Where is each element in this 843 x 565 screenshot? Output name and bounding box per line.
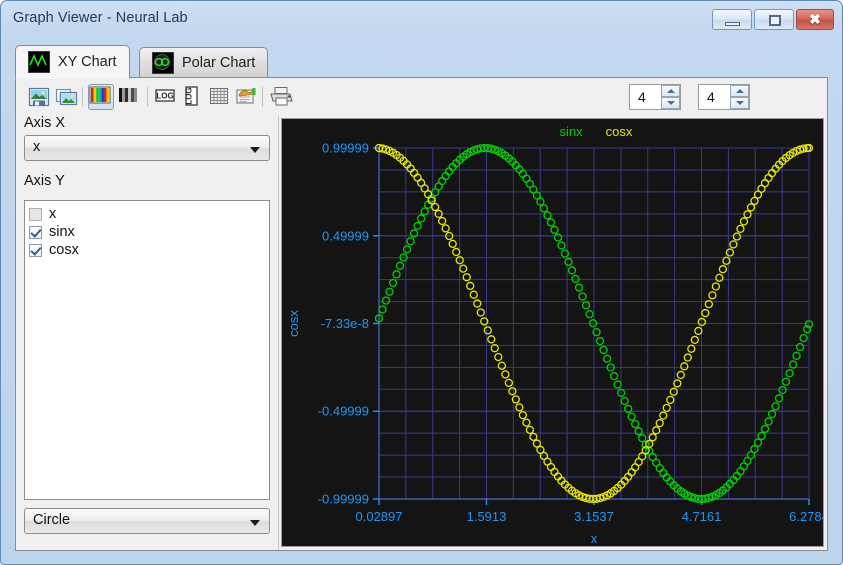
print-button[interactable] [267, 84, 293, 110]
toolbar-separator [262, 87, 263, 107]
axis-x-label: Axis X [24, 115, 66, 131]
tab-strip: XY Chart Polar Chart [7, 45, 836, 79]
toolbar: LOG LOG 4 4 [16, 78, 827, 116]
list-item-label: x [49, 206, 57, 222]
checkbox-cosx[interactable] [29, 243, 42, 257]
color-palette-button[interactable] [88, 84, 114, 110]
tab-panel: LOG LOG 4 4 Axis X x Axis Y x sinx cosx … [15, 77, 828, 551]
y-tick-label: 0.49999 [322, 228, 369, 243]
axis-y-series-list[interactable]: x sinx cosx [24, 200, 270, 500]
close-button[interactable]: ✖ [796, 9, 834, 30]
client-area: XY Chart Polar Chart LOG LOG 4 4 Axis X … [7, 37, 836, 559]
list-item[interactable]: x [29, 205, 269, 223]
grid-button[interactable] [206, 84, 232, 110]
x-axis-title: x [591, 531, 598, 546]
checkbox-x[interactable] [29, 207, 42, 221]
toolbar-separator [82, 87, 83, 107]
y-divisions-value[interactable]: 4 [699, 85, 730, 109]
x-divisions-decrement[interactable] [661, 97, 680, 109]
x-divisions-increment[interactable] [661, 85, 680, 97]
x-tick-label: 1.5913 [467, 509, 507, 524]
grayscale-palette-button[interactable] [116, 84, 142, 110]
series-sidebar: Axis X x Axis Y x sinx cosx Circle [16, 115, 278, 550]
chart-canvas: 0.99999 0.49999 -7.33e-8 -0.49999 -0.99999 0.… [286, 124, 824, 546]
chart-legend: sinx cosx [559, 124, 632, 139]
chevron-down-icon [250, 520, 260, 526]
svg-text:LOG: LOG [156, 92, 173, 101]
axis-x-select[interactable]: x [24, 135, 270, 161]
copy-image-button[interactable] [54, 84, 80, 110]
tab-polar-chart[interactable]: Polar Chart [139, 47, 269, 78]
restore-icon [769, 15, 781, 26]
svg-text:LOG: LOG [185, 87, 194, 104]
checkbox-sinx[interactable] [29, 225, 42, 239]
y-tick-label: 0.99999 [322, 141, 369, 156]
minimize-icon [725, 22, 740, 26]
marker-style-value: Circle [33, 512, 71, 528]
title-bar: Graph Viewer - Neural Lab ✖ [1, 1, 842, 37]
polar-rose-icon [152, 51, 174, 74]
tab-xy-chart[interactable]: XY Chart [15, 45, 130, 79]
close-icon: ✖ [809, 11, 821, 27]
tab-polar-chart-label: Polar Chart [182, 54, 256, 71]
marker-style-select[interactable]: Circle [24, 508, 270, 534]
list-item[interactable]: cosx [29, 241, 269, 259]
x-divisions-spinner[interactable]: 4 [629, 84, 681, 110]
log-y-button[interactable]: LOG [180, 84, 206, 110]
list-item-label: sinx [49, 224, 75, 240]
y-divisions-spinner[interactable]: 4 [698, 84, 750, 110]
y-divisions-increment[interactable] [730, 85, 749, 97]
xy-chart[interactable]: 0.99999 0.49999 -7.33e-8 -0.49999 -0.99999 0.… [281, 118, 824, 547]
y-divisions-decrement[interactable] [730, 97, 749, 109]
x-tick-label: 3.1537 [574, 509, 614, 524]
x-divisions-value[interactable]: 4 [630, 85, 661, 109]
save-image-button[interactable] [26, 84, 52, 110]
legend-item-sinx: sinx [559, 124, 583, 139]
y-tick-label: -0.99999 [318, 492, 369, 507]
grid-lines [378, 147, 810, 500]
toolbar-separator [147, 87, 148, 107]
y-tick-label: -0.49999 [318, 404, 369, 419]
y-divisions-arrows [730, 85, 749, 109]
x-tick-label: 6.2784 [789, 509, 824, 524]
y-axis-title: cosx [286, 310, 301, 337]
legend-button[interactable] [233, 84, 259, 110]
list-item[interactable]: sinx [29, 223, 269, 241]
application-window: Graph Viewer - Neural Lab ✖ XY Chart Pol… [0, 0, 843, 565]
y-tick-label: -7.33e-8 [321, 316, 369, 331]
log-x-button[interactable]: LOG [152, 84, 178, 110]
minimize-button[interactable] [712, 9, 752, 30]
chart-panel: 0.99999 0.49999 -7.33e-8 -0.49999 -0.99999 0.… [278, 116, 827, 550]
sine-wave-icon [28, 51, 50, 73]
x-divisions-arrows [661, 85, 680, 109]
maximize-button[interactable] [754, 9, 794, 30]
legend-item-cosx: cosx [606, 124, 633, 139]
axis-y-label: Axis Y [24, 173, 65, 189]
window-title: Graph Viewer - Neural Lab [13, 10, 188, 26]
x-tick-label: 0.02897 [356, 509, 403, 524]
list-item-label: cosx [49, 242, 79, 258]
x-tick-label: 4.7161 [682, 509, 722, 524]
axis-x-value: x [33, 139, 41, 155]
tab-xy-chart-label: XY Chart [58, 54, 117, 70]
chevron-down-icon [250, 147, 260, 153]
